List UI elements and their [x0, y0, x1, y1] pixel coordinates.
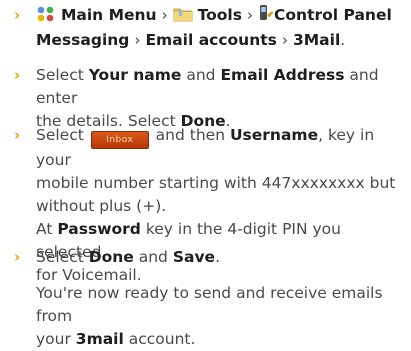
- path-separator: ›: [246, 6, 254, 24]
- email-address-label: Email Address: [220, 66, 345, 84]
- phone-wrench-icon: [258, 4, 274, 29]
- password-label: Password: [57, 220, 141, 238]
- messaging-label: Messaging: [36, 31, 130, 49]
- text: account.: [123, 330, 196, 348]
- path-separator: ›: [281, 31, 289, 49]
- step-2-text: Select Your name and Email Address and e…: [36, 64, 401, 133]
- text: and then: [150, 126, 230, 144]
- text: and: [133, 248, 173, 266]
- closing-paragraph: You're now ready to send and receive ema…: [36, 282, 407, 351]
- username-label: Username: [229, 126, 319, 144]
- text: without plus (+).: [36, 197, 167, 215]
- control-panel-label: Control Panel: [274, 6, 392, 24]
- text: At: [36, 220, 58, 238]
- period: .: [340, 31, 346, 49]
- menu-icon: [36, 6, 56, 29]
- text: mobile number starting with 447xxxxxxxx …: [36, 174, 396, 192]
- text: Select: [36, 126, 89, 144]
- folder-icon: [173, 6, 193, 29]
- text: You're now ready to send and receive ema…: [36, 284, 383, 325]
- threemail-account-label: 3mail: [75, 330, 124, 348]
- text: .: [215, 248, 221, 266]
- bullet-arrow-icon: ›: [14, 6, 21, 24]
- path-separator: ›: [161, 6, 168, 24]
- done-label: Done: [88, 248, 134, 266]
- your-name-label: Your name: [88, 66, 182, 84]
- inbox-softkey-image: Inbox: [90, 131, 149, 149]
- email-accounts-label: Email accounts: [145, 31, 277, 49]
- bullet-arrow-icon: ›: [14, 126, 21, 144]
- save-label: Save: [172, 248, 216, 266]
- step-4-text: Select Done and Save.: [36, 246, 401, 269]
- path-separator: ›: [134, 31, 141, 49]
- bullet-arrow-icon: ›: [14, 66, 21, 84]
- text: and: [181, 66, 221, 84]
- instructions-document: › Main Menu › Tools › Control Panel Mess…: [0, 0, 411, 350]
- text: your: [36, 330, 76, 348]
- threemail-label: 3Mail: [292, 31, 341, 49]
- tools-label: Tools: [197, 6, 242, 24]
- text: Select: [36, 66, 89, 84]
- text: Select: [36, 248, 89, 266]
- step-1-text: Main Menu › Tools › Control Panel Messag…: [36, 4, 401, 52]
- bullet-arrow-icon: ›: [14, 248, 21, 266]
- main-menu-label: Main Menu: [60, 6, 157, 24]
